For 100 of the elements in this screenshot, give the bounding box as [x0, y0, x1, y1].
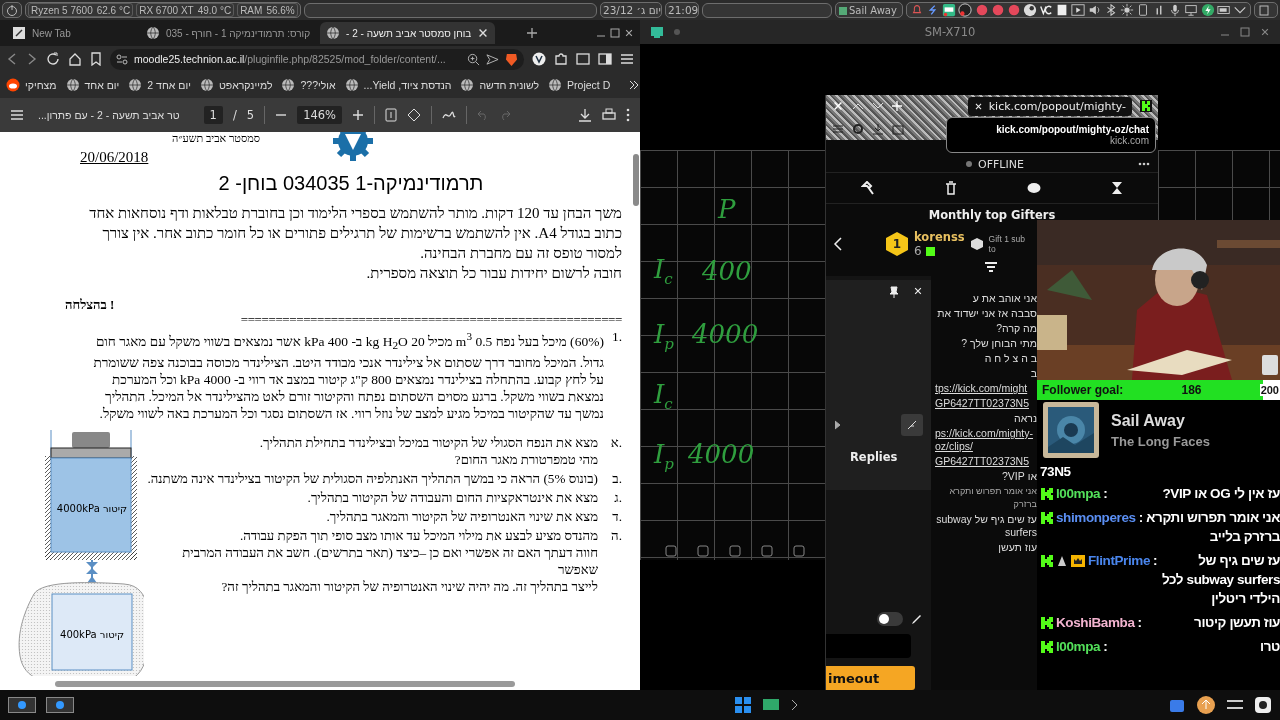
panel-label: Replies [849, 450, 899, 464]
chat-message: אני אוהב את ע [971, 292, 1037, 305]
page-count: 5 [246, 108, 255, 122]
handwritten-note: I$_{p}$ [654, 439, 674, 474]
chat-message: נראה [1013, 412, 1037, 425]
chat-separator: : [1103, 638, 1108, 656]
chat-message: ב ה צ ל ח ה [983, 352, 1037, 365]
list-marker: ה. [610, 527, 622, 546]
window-title: SM-X710 [923, 25, 977, 39]
list-marker: א. [609, 434, 622, 453]
chat-separator: : [1138, 509, 1143, 527]
chat-message: אני אומר תפרוש ותקרא ברזרק [948, 485, 1037, 511]
question-text: מהנדס מציע לבצע את מילוי המיכל עד אותו מצב סופי תוך הפקת עבודה. [238, 527, 598, 545]
chat-username[interactable]: l00mpa [1056, 637, 1101, 656]
zoom-field[interactable]: 146% [297, 106, 342, 124]
stream-status: OFFLINE [978, 157, 1024, 171]
gifter-name[interactable]: korenss [914, 230, 965, 244]
monitor-label: RX 6700 XT [139, 4, 194, 16]
exam-title: תרמודינמיקה-1 034035 בוחן- 2 [217, 172, 485, 195]
handwritten-note: I$_{c}$ [654, 379, 673, 414]
diagram-label: קיטור 400kPa [60, 629, 124, 641]
timeout-button[interactable]: imeout [826, 666, 915, 690]
bookmark[interactable]: למיינקראפט [199, 78, 273, 92]
chat-message: 73N5 [1040, 464, 1072, 479]
date-text: יום ג׳ 23/12 [603, 4, 661, 16]
url-tooltip: kick.com/popout/mighty-oz/chat kick.com [946, 117, 1156, 153]
browser-tab[interactable]: קורס: תרמודינמיקה 1 - חורף - 035 [140, 22, 317, 44]
browser-tab[interactable]: בוחן סמסטר אביב תשעה - 2 - [320, 22, 496, 44]
monitor-reading: 49.0 °C [197, 4, 232, 16]
page-field[interactable]: 1 [203, 106, 223, 124]
bookmark[interactable]: אולי??? [281, 78, 336, 92]
page-separator: / [232, 108, 237, 122]
chat-message: מתי הבוחן שלך ? [960, 337, 1037, 350]
diagram-label: קיטור 4000kPa [56, 503, 128, 515]
question-text: מצא את הנפח הסגולי של הקיטור במיכל ובצילינדר בתחילת התהליך. [258, 434, 598, 452]
handwritten-note: 4000 [688, 439, 755, 469]
list-marker: ד. [611, 508, 622, 526]
chat-message: ב [1029, 367, 1037, 380]
bookmark[interactable]: הנדסת ציוד, Yield... [344, 78, 452, 92]
browser-tab[interactable]: New Tab [6, 22, 136, 44]
good-luck-text: בהצלחה ! [65, 297, 115, 312]
handwritten-note: 4000 [692, 319, 759, 349]
instructions-text: חובה לרשום יחידות עבור כל תוצאה מספרית. [365, 264, 622, 283]
goal-label: Follower goal: [1042, 383, 1124, 397]
gift-notice: Gift 1 sub to [988, 234, 1026, 254]
chat-message: עז אין לי OG או VIP? [1161, 485, 1280, 503]
chat-message: עוז תעשן [997, 541, 1037, 554]
section-heading: Monthly top Gifters [927, 207, 1057, 224]
chat-link[interactable]: GP6427TT02373N5 [935, 397, 1037, 410]
chat-separator: : [1103, 485, 1108, 503]
address-field[interactable]: moodle25.technion.ac.il/pluginfile.php/82525/mod_folder/content/... [110, 48, 524, 70]
bookmark[interactable]: Project D [548, 78, 611, 92]
chat-link[interactable]: ps://kick.com/mighty-oz/clips/ [935, 427, 1037, 453]
list-marker: ב. [611, 470, 622, 488]
chat-message: או VIP? [1000, 470, 1037, 483]
monitor-reading: 62.6 °C [96, 4, 131, 16]
handwritten-note: P [718, 194, 736, 224]
monitor-reading: 56.6% [266, 4, 295, 16]
gift-count: 6 [914, 244, 922, 258]
goal-target: 200 [1259, 384, 1280, 396]
browser-tab[interactable]: kick.com/popout/mighty- [967, 96, 1132, 116]
chat-message: עז שים גיף של subway surfers [935, 513, 1037, 539]
question-text: מצא את אינטראקציות החום והעבודה של הקיטור בתהליך. [306, 489, 598, 507]
bookmark[interactable]: יום אחד 2 [128, 78, 191, 92]
chat-message: סבבה אז אני ישדוד את [936, 307, 1037, 320]
question-text: מהי טמפרטורת מאגר החום? [453, 451, 598, 469]
monitor-label: RAM [240, 4, 263, 16]
chat-separator: : [1153, 552, 1158, 570]
list-marker: 1. [611, 328, 622, 346]
bookmark[interactable]: לשונית חדשה [460, 78, 540, 92]
task-button[interactable]: Sail Away [835, 2, 903, 18]
handwritten-note: 400 [702, 256, 752, 286]
semester-heading: סמסטר אביב תשע״ה [171, 132, 260, 145]
time-text: 21:09 [668, 4, 699, 16]
chat-message: מה קרה? [995, 322, 1037, 335]
chat-message: אני אומר תפרוש ותקרא ברזרק בלייב [1145, 509, 1280, 546]
list-marker: ג. [613, 489, 622, 507]
chat-username[interactable]: KoshiBamba [1056, 613, 1135, 632]
question-text: (בונוס 5%) הראה כי במשך התהליך האנתלפיה הסגולית של הקיטור בצילינדר אינה משתנה. [146, 470, 598, 488]
chat-separator: : [1137, 614, 1142, 632]
chat-message: עז שים גיף של subway surfers לכל הילדי ריטלין [1161, 552, 1280, 608]
bookmark[interactable]: מצחיקי [6, 78, 57, 92]
chat-username[interactable]: FlintPrime [1088, 551, 1150, 570]
chat-link[interactable]: tps://kick.com/might [935, 382, 1037, 395]
document-title: ...טר אביב תשעה - 2 - עם פתרון [38, 109, 180, 121]
question-text: חווה דעתך האם זה אפשרי ואם כן –כיצד (תאר בתרשים). חשב את העבודה המרבית שאפשר [181, 544, 598, 579]
chat-message: טרו [1259, 638, 1280, 656]
bookmark[interactable]: יום אחד [65, 78, 120, 92]
rank-badge: 1 [886, 232, 908, 256]
divider-text: ======================================================= [240, 312, 622, 327]
chat-username[interactable]: l00mpa [1056, 484, 1101, 503]
question-text: לייצר בתהליך זה. מה יהיה שינוי האנטרופיה של הקיטור והמאגר בתהליך זה? [220, 578, 598, 596]
chat-link[interactable]: GP6427TT02373N5 [935, 455, 1037, 468]
handwritten-note: I$_{c}$ [654, 254, 673, 289]
goal-current: 186 [1181, 383, 1202, 397]
chat-username[interactable]: shimonperes [1056, 508, 1136, 527]
instructions-text: משך הבחן עד 120 דקות. מותר להשתמש בספרי הלימוד וכן בחוברת טבלאות ודף נוסחאות אחד כתוב בגודל A4. אין להשתמש ברשימות של תרגילים פתורים או כל חומר כתוב אחר. אין צורך למסור טופס זה עם מחברת הבחינה. [88, 204, 622, 263]
chat-message: עוז תעשן קיטור [1193, 614, 1280, 632]
song-artist: The Long Faces [1111, 433, 1210, 449]
exam-date: 20/06/2018 [80, 149, 150, 166]
